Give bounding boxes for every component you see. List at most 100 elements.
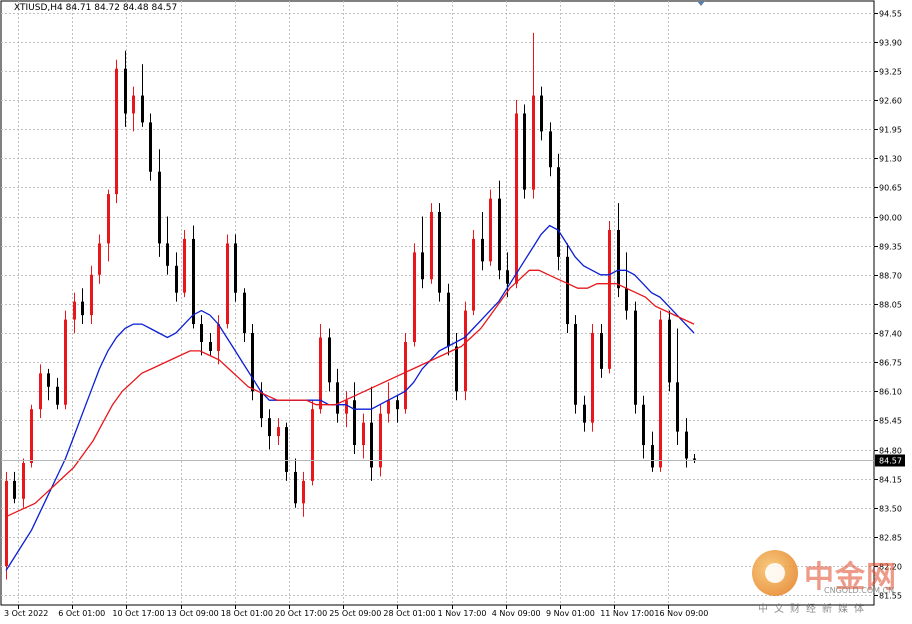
candle-body bbox=[158, 171, 161, 244]
x-tick-label: 10 Oct 17:00 bbox=[112, 609, 164, 618]
candle-body bbox=[396, 400, 399, 410]
candle-body bbox=[608, 229, 611, 369]
candle-body bbox=[175, 265, 178, 293]
y-tick-label: 86.10 bbox=[879, 388, 902, 397]
candle-body bbox=[56, 386, 59, 405]
candle-body bbox=[549, 131, 552, 168]
x-tick-label: 9 Nov 01:00 bbox=[546, 609, 595, 618]
candle-body bbox=[659, 319, 662, 468]
price-chart[interactable]: 94.55 93.90 93.25 92.60 91.95 91.30 90.65 90.00… bbox=[0, 0, 912, 624]
candle-body bbox=[285, 427, 288, 472]
candle-body bbox=[226, 243, 229, 325]
x-tick-label: 11 Nov 17:00 bbox=[600, 609, 654, 618]
candle-body bbox=[438, 212, 441, 293]
candle-body bbox=[523, 113, 526, 190]
candle-body bbox=[574, 324, 577, 405]
y-tick-label: 85.45 bbox=[879, 417, 902, 426]
candle-body bbox=[362, 422, 365, 446]
candle-body bbox=[183, 238, 186, 293]
candle-body bbox=[251, 333, 254, 392]
candle-body bbox=[217, 324, 220, 351]
candle-body bbox=[455, 346, 458, 392]
watermark-subtitle: 中文财经新媒体 bbox=[758, 604, 870, 615]
candle-body bbox=[141, 95, 144, 123]
watermark-logo-icon bbox=[752, 550, 798, 596]
candle-body bbox=[64, 319, 67, 405]
candle-body bbox=[413, 252, 416, 342]
x-tick-label: 4 Nov 09:00 bbox=[492, 609, 541, 618]
candle-body bbox=[651, 445, 654, 468]
candle-body bbox=[90, 274, 93, 316]
x-tick-label: 13 Oct 09:00 bbox=[167, 609, 219, 618]
candle-body bbox=[73, 301, 76, 320]
candle-body bbox=[268, 418, 271, 437]
watermark: 中金网 CNGOLD.COM.CN 中文财经新媒体 bbox=[752, 550, 908, 616]
y-tick-label: 86.75 bbox=[879, 359, 902, 368]
candle-body bbox=[557, 167, 560, 257]
candle-body bbox=[209, 341, 212, 351]
y-tick-label: 92.60 bbox=[879, 97, 902, 106]
y-tick-label: 82.85 bbox=[879, 534, 902, 543]
candle-body bbox=[387, 400, 390, 414]
y-tick-label: 87.40 bbox=[879, 330, 902, 339]
candle-body bbox=[311, 409, 314, 481]
candle-body bbox=[353, 400, 356, 446]
candle-body bbox=[481, 238, 484, 262]
candle-body bbox=[625, 288, 628, 311]
chart-canvas[interactable]: 94.55 93.90 93.25 92.60 91.95 91.30 90.65 90.00… bbox=[0, 0, 912, 624]
plot-area bbox=[0, 0, 875, 606]
candle-body bbox=[39, 373, 42, 410]
candle-body bbox=[421, 252, 424, 280]
candle-body bbox=[243, 292, 246, 334]
candle-body bbox=[345, 400, 348, 414]
y-tick-label: 83.50 bbox=[879, 505, 902, 514]
y-tick-label: 90.65 bbox=[879, 184, 902, 193]
candle-body bbox=[47, 373, 50, 387]
candle-body bbox=[336, 382, 339, 414]
y-tick-label: 84.80 bbox=[879, 447, 902, 456]
candle-body bbox=[166, 243, 169, 266]
y-tick-label: 84.15 bbox=[879, 476, 902, 485]
candle-body bbox=[30, 409, 33, 463]
x-tick-label: 18 Oct 01:00 bbox=[221, 609, 273, 618]
candle-body bbox=[404, 341, 407, 410]
candle-body bbox=[498, 198, 501, 271]
candle-body bbox=[379, 413, 382, 468]
candle-body bbox=[328, 337, 331, 383]
candle-body bbox=[260, 391, 263, 419]
watermark-domain: CNGOLD.COM.CN bbox=[824, 586, 895, 595]
candle-body bbox=[124, 68, 127, 114]
candle-body bbox=[192, 238, 195, 325]
candle-body bbox=[277, 427, 280, 437]
symbol-ohlc-label: XTIUSD,H4 84.71 84.72 84.48 84.57 bbox=[14, 3, 178, 13]
candle-body bbox=[676, 382, 679, 432]
candle-body bbox=[115, 68, 118, 195]
candle-body bbox=[302, 480, 305, 504]
candle-body bbox=[515, 113, 518, 284]
candle-body bbox=[566, 256, 569, 325]
candle-body bbox=[591, 333, 594, 423]
candle-body bbox=[5, 480, 8, 567]
candle-body bbox=[294, 471, 297, 504]
y-tick-label: 88.05 bbox=[879, 301, 902, 310]
candle-body bbox=[22, 462, 25, 499]
candle-body bbox=[634, 310, 637, 405]
candle-body bbox=[583, 404, 586, 423]
candle-body bbox=[234, 243, 237, 293]
x-tick-label: 28 Oct 01:00 bbox=[383, 609, 435, 618]
x-tick-label: 25 Oct 09:00 bbox=[329, 609, 381, 618]
candle-body bbox=[81, 301, 84, 316]
y-tick-label: 93.25 bbox=[879, 68, 902, 77]
current-price-label: 84.57 bbox=[879, 457, 902, 466]
candle-body bbox=[447, 292, 450, 347]
candle-body bbox=[532, 95, 535, 190]
candle-body bbox=[430, 212, 433, 280]
candle-body bbox=[617, 229, 620, 289]
candle-body bbox=[600, 333, 603, 369]
candle-body bbox=[489, 198, 492, 262]
candle-body bbox=[472, 238, 475, 311]
chart-shift-marker-icon[interactable] bbox=[697, 1, 705, 6]
y-tick-label: 93.90 bbox=[879, 39, 902, 48]
x-tick-label: 16 Nov 09:00 bbox=[654, 609, 708, 618]
candle-body bbox=[107, 194, 110, 244]
